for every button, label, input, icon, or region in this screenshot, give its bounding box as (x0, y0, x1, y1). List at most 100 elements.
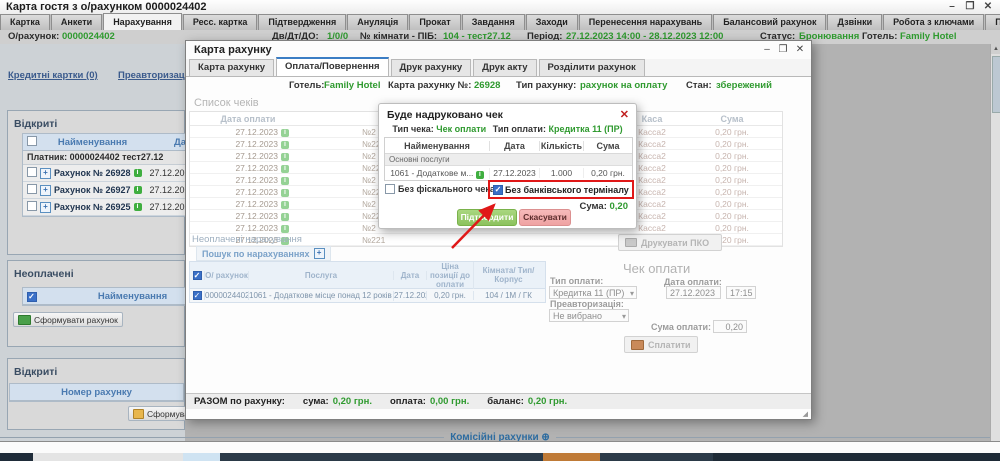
col-account[interactable]: О/ рахунок (205, 271, 249, 280)
col-service[interactable]: Послуга (249, 271, 394, 280)
credit-cards-link[interactable]: Кредитні картки (0) (8, 70, 98, 81)
cancel-button[interactable]: Скасувати (519, 209, 571, 226)
select-all-checkbox[interactable]: ✓ (27, 292, 37, 302)
plus-circle-icon[interactable]: ⊕ (541, 432, 549, 442)
close-icon[interactable]: ✕ (792, 43, 808, 56)
dialog-title: Карта рахунку (194, 44, 272, 56)
no-fiscal-option[interactable]: Без фіскального чека (385, 184, 495, 194)
close-icon[interactable]: ✕ (620, 108, 629, 121)
invoice-row[interactable]: + Рахунок № 26928 i 27.12.2023 (23, 165, 185, 182)
main-tab[interactable]: Підтвердження (258, 14, 346, 30)
no-fiscal-checkbox[interactable] (385, 184, 395, 194)
accrual-row[interactable]: ✓ 0000024402 1061 - Додаткове місце пона… (190, 289, 545, 302)
info-icon[interactable]: i (281, 213, 289, 221)
col-pay-date[interactable]: Дата оплати (190, 114, 306, 124)
resize-grip-icon[interactable]: ◢ (803, 410, 808, 418)
pay-type-select[interactable]: Кредитка 11 (ПР) ▾ (549, 286, 637, 299)
invoice-row[interactable]: + Рахунок № 26925 i 27.12.2023 (23, 199, 185, 216)
dialog-tab[interactable]: Друк рахунку (391, 59, 472, 76)
select-all-checkbox[interactable] (27, 136, 37, 146)
col-room[interactable]: Кімната/ Тип/Корпус (474, 266, 543, 284)
info-icon[interactable]: i (281, 201, 289, 209)
info-icon[interactable]: i (281, 165, 289, 173)
dialog-tab[interactable]: Розділити рахунок (539, 59, 645, 76)
col-date[interactable]: Дата (394, 271, 427, 280)
info-icon[interactable]: i (134, 186, 142, 194)
preauth-select[interactable]: Не вибрано ▾ (549, 309, 629, 322)
main-tab[interactable]: Робота з ключами (883, 14, 984, 30)
taskbar[interactable] (0, 453, 1000, 461)
main-tab[interactable]: Ресс. картка (183, 14, 257, 30)
pay-sum-field[interactable]: 0,20 (713, 320, 747, 333)
main-tab[interactable]: Балансовий рахунок (713, 14, 826, 30)
info-icon[interactable]: i (134, 169, 142, 177)
col-sum[interactable]: Сума (682, 114, 782, 124)
main-tab[interactable]: Путівки (985, 14, 1000, 30)
pay-date-field[interactable]: 27.12.2023 (666, 286, 721, 299)
main-tab[interactable]: Нарахування (103, 13, 182, 30)
expand-icon[interactable]: + (40, 168, 51, 179)
info-icon[interactable]: i (281, 129, 289, 137)
col-date[interactable]: Дата (145, 137, 185, 148)
no-terminal-checkbox[interactable]: ✓ (493, 185, 503, 195)
info-icon[interactable]: i (281, 153, 289, 161)
main-tab[interactable]: Завдання (462, 14, 525, 30)
commission-label[interactable]: Комісійні рахунки ⊕ (444, 432, 556, 442)
info-icon[interactable]: i (281, 189, 289, 197)
info-icon[interactable]: i (281, 225, 289, 233)
receipt-row[interactable]: 1061 - Додаткове м... i 27.12.2023 1.000… (385, 166, 632, 180)
minimize-icon[interactable]: – (759, 43, 775, 56)
col-number[interactable]: Номер рахунку (10, 387, 183, 398)
pay-type-label: Тип оплати: (493, 124, 546, 134)
preauth-link[interactable]: Преавторизації (0) (118, 70, 185, 81)
col-name[interactable]: Найменування (40, 137, 145, 148)
main-tab[interactable]: Ануляція (347, 14, 408, 30)
pay-button[interactable]: Сплатити (624, 336, 698, 353)
create-doc-button[interactable]: Сформувати д (128, 406, 185, 421)
dialog-info-row: Готель: Family Hotel Карта рахунку №: 26… (186, 77, 811, 94)
minimize-icon[interactable]: – (944, 0, 960, 13)
col-price[interactable]: Ціна позиції до оплати (427, 262, 474, 289)
row-checkbox[interactable] (27, 167, 37, 177)
select-all-checkbox[interactable]: ✓ (193, 271, 202, 280)
dialog-tab[interactable]: Оплата/Повернення (276, 57, 389, 76)
info-icon[interactable]: i (134, 203, 142, 211)
main-tab[interactable]: Дзвінки (827, 14, 882, 30)
main-tab[interactable]: Заходи (526, 14, 578, 30)
main-tab[interactable]: Перенесення нарахувань (579, 14, 712, 30)
commission-section: Комісійні рахунки ⊕ (0, 430, 1000, 441)
maximize-icon[interactable]: ❐ (775, 43, 791, 56)
main-scrollbar[interactable]: ▲ (990, 44, 1000, 441)
check-date: 27.12.2023 (235, 151, 278, 161)
info-icon[interactable]: i (476, 171, 484, 179)
check-kasa: Касса2 (638, 163, 666, 173)
row-checkbox[interactable]: ✓ (193, 291, 202, 300)
no-terminal-highlight[interactable]: ✓ Без банківського терміналу (488, 180, 634, 199)
expand-icon[interactable]: + (314, 248, 325, 259)
main-tab[interactable]: Прокат (409, 14, 460, 30)
row-checkbox[interactable] (27, 201, 37, 211)
accruals-search[interactable]: Пошук по нарахуваннях + (196, 246, 331, 261)
invoice-row[interactable]: + Рахунок № 26927 i 27.12.2023 (23, 182, 185, 199)
close-icon[interactable]: ✕ (980, 0, 996, 13)
info-icon[interactable]: i (281, 177, 289, 185)
open-accounts-title: Відкриті (14, 366, 57, 378)
create-invoice-button[interactable]: Сформувати рахунок (13, 312, 123, 327)
pay-time-field[interactable]: 17:15 (726, 286, 756, 299)
printer-icon (625, 238, 637, 247)
scroll-up-icon[interactable]: ▲ (991, 44, 1000, 54)
print-pko-button[interactable]: Друкувати ПКО (618, 234, 722, 251)
row-checkbox[interactable] (27, 184, 37, 194)
dialog-tab[interactable]: Друк акту (473, 59, 536, 76)
col-name[interactable]: Найменування (40, 291, 185, 302)
main-tab[interactable]: Картка (0, 14, 50, 30)
check-kasa: Касса2 (638, 151, 666, 161)
maximize-icon[interactable]: ❐ (962, 0, 978, 13)
confirm-button[interactable]: Підтвердити (457, 209, 517, 226)
dialog-tab[interactable]: Карта рахунку (189, 59, 274, 76)
expand-icon[interactable]: + (40, 202, 51, 213)
main-tab[interactable]: Анкети (51, 14, 102, 30)
info-icon[interactable]: i (281, 141, 289, 149)
scrollbar-thumb[interactable] (992, 56, 1000, 113)
expand-icon[interactable]: + (40, 185, 51, 196)
